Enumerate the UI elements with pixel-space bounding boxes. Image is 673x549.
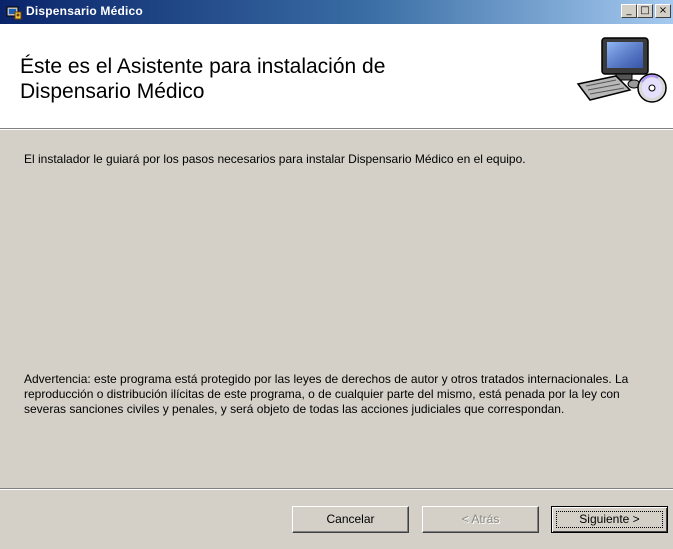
cancel-button[interactable]: Cancelar (292, 506, 409, 533)
cancel-button-label: Cancelar (326, 512, 375, 526)
intro-text: El instalador le guiará por los pasos ne… (24, 152, 526, 166)
computer-cd-icon (572, 34, 672, 114)
title-bar[interactable]: Dispensario Médico _ □ × (0, 0, 673, 24)
footer-divider-highlight (0, 489, 673, 490)
next-button[interactable]: Siguiente > (551, 506, 668, 533)
maximize-button[interactable]: □ (637, 4, 653, 18)
page-title-line2: Dispensario Médico (20, 80, 205, 103)
installer-app-icon (6, 4, 22, 20)
copyright-warning: Advertencia: este programa está protegid… (24, 372, 629, 416)
back-button[interactable]: < Atrás (422, 506, 539, 533)
window-title: Dispensario Médico (26, 4, 143, 18)
banner-divider (0, 129, 673, 130)
header-banner: Éste es el Asistente para instalación de… (0, 24, 673, 129)
back-button-label: < Atrás (461, 512, 500, 526)
page-title: Éste es el Asistente para instalación de… (20, 54, 520, 104)
next-button-label: Siguiente > (579, 512, 640, 526)
close-button[interactable]: × (655, 4, 671, 18)
page-title-line1: Éste es el Asistente para instalación de (20, 55, 386, 78)
minimize-button[interactable]: _ (621, 4, 637, 18)
